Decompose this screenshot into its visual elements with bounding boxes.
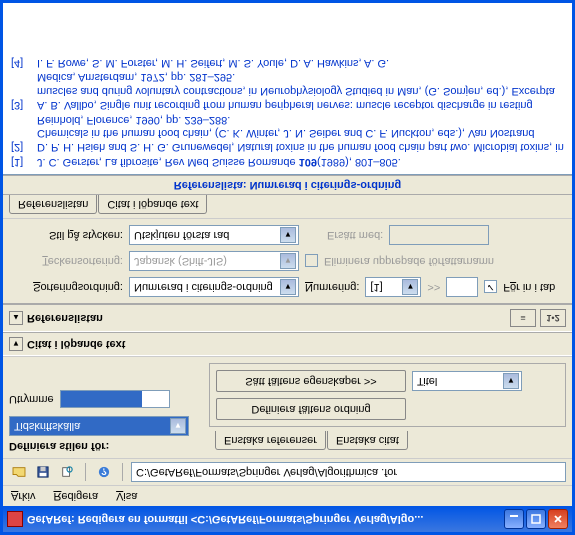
insert-in-tab-checkbox[interactable]: ✓ [484,281,497,294]
section-label: Citat i löpande text [27,338,125,350]
separator [122,463,123,481]
source-type-value: Tidskriftskälla [14,420,80,432]
ref-text: A. B. Vallbo, Single unit recording from… [37,70,564,111]
para-style-dropdown[interactable]: Utskjuten första rad ▼ [129,225,299,245]
window-controls [504,509,568,529]
charset-dropdown[interactable]: Japansk (Shift-JIS) ▼ [129,251,299,271]
reference-options: Sorteringsordning: Numrerad i citerings-… [3,219,572,304]
chevron-down-icon[interactable]: ▼ [170,418,186,434]
window-title: GetARef: Redigera en formatfil <C:/GetAR… [27,513,504,525]
view-1-2-tab[interactable]: 1•2 [540,309,566,327]
reference-item: [4] I. F. Rowe, S. M. Forster, M. H. Sei… [11,55,564,69]
preview-tabs: Referenslistan Citat i löpande text [3,195,572,219]
eliminate-repeat-label: Eliminera upprepade författarnamn [324,255,494,267]
source-type-dropdown[interactable]: Tidskriftskälla ▼ [9,416,189,436]
path-field[interactable]: C:/GetARef/Formats/Springer Verlag/Algor… [131,462,566,482]
view-lines-icon[interactable]: ≡ [510,309,536,327]
para-style-label: Stil på stycken: [11,229,123,241]
numbering-extra-field[interactable] [446,277,478,297]
separator [85,463,86,481]
ref-text: I. F. Rowe, S. M. Forster, M. H. Seifert… [37,55,564,69]
para-style-value: Utskjuten första rad [134,229,229,241]
help-icon[interactable]: ? [94,462,114,482]
charset-value: Japansk (Shift-JIS) [134,255,227,267]
ref-mode-tabs: Enstaka referenser Enstaka citat [209,431,566,452]
open-icon[interactable] [9,462,29,482]
reference-item: [2] D. P. H. Hsieh and S. H. G. Grunewed… [11,112,564,153]
collapse-icon[interactable]: ▼ [9,337,23,351]
tab-referenslistan[interactable]: Referenslistan [9,195,97,214]
menu-visa[interactable]: Visa [112,488,141,504]
sort-order-value: Numrerad i citerings-ordning [134,281,273,293]
space-label: Utrymme [9,393,54,405]
tab-citat-lopande[interactable]: Citat i löpande text [98,195,207,214]
menu-arkiv[interactable]: AArkivrkiv [7,488,39,504]
define-style-label: Definiera stilen för: [9,440,199,452]
save-icon[interactable] [33,462,53,482]
svg-text:?: ? [101,467,107,478]
ref-text: D. P. H. Hsieh and S. H. G. Grunewedel, … [37,112,564,153]
refs-preview-body: [1] J. C. Gerster, La fibrosite, Rev Med… [3,3,572,175]
titlebar: GetARef: Redigera en formatfil <C:/GetAR… [3,506,572,532]
field-prop-value: Titel [417,375,437,387]
ref-number: [1] [11,154,37,168]
chevron-down-icon[interactable]: ▼ [280,253,296,269]
maximize-button[interactable] [526,509,546,529]
ref-number: [4] [11,55,37,69]
tab-single-refs[interactable]: Enstaka referenser [215,431,326,450]
menu-redigera[interactable]: Redigera [49,488,102,504]
insert-in-tab-label: För in i tab [503,281,555,293]
menubar: AArkivrkiv Redigera Visa [3,485,572,506]
chevron-down-icon[interactable]: ▼ [280,227,296,243]
charset-label: Teckensortering: [11,255,123,267]
field-prop-dropdown[interactable]: Titel ▼ [412,371,522,391]
chevron-down-icon[interactable]: ▼ [402,279,418,295]
app-icon [7,511,23,527]
chevron-down-icon[interactable]: ▼ [280,279,296,295]
reference-item: [1] J. C. Gerster, La fibrosite, Rev Med… [11,154,564,168]
collapse-icon[interactable]: ▲ [9,311,23,325]
chevron-down-icon[interactable]: ▼ [503,373,519,389]
close-button[interactable] [548,509,568,529]
application-window: GetARef: Redigera en formatfil <C:/GetAR… [0,0,575,535]
set-field-props-button[interactable]: Sätt fältens egenskaper >> [216,370,406,392]
define-field-order-button[interactable]: Definiera fältens ordning [216,398,406,420]
section-inline-citations[interactable]: ▼ Citat i löpande text [3,332,572,356]
refs-preview-header: Referenslista: Numrerad i citerings-ordn… [3,175,572,195]
sort-order-label: Sorteringsordning: [11,281,123,293]
sort-order-dropdown[interactable]: Numrerad i citerings-ordning ▼ [129,277,299,297]
section-reference-list[interactable]: ▲ Referenslistan ≡ 1•2 [3,304,572,332]
ref-number: [2] [11,112,37,153]
section-label: Referenslistan [27,312,103,324]
preview-icon[interactable] [57,462,77,482]
ref-text: J. C. Gerster, La fibrosite, Rev Med Sui… [37,154,564,168]
definition-panel: Definiera stilen för: Tidskriftskälla ▼ … [3,356,572,458]
numbering-more: >> [427,281,440,293]
ref-number: [3] [11,70,37,111]
reference-item: [3] A. B. Vallbo, Single unit recording … [11,70,564,111]
eliminate-repeat-checkbox[interactable] [305,255,318,268]
numbering-label: Numrering: [305,281,359,293]
tab-single-cites[interactable]: Enstaka citat [327,431,408,450]
toolbar: ? C:/GetARef/Formats/Springer Verlag/Alg… [3,458,572,485]
space-indicator [60,390,170,408]
replace-field[interactable] [389,225,489,245]
minimize-button[interactable] [504,509,524,529]
replace-label: Ersätt med: [327,229,383,241]
numbering-value: [1] [370,281,382,293]
numbering-dropdown[interactable]: [1] ▼ [365,277,421,297]
